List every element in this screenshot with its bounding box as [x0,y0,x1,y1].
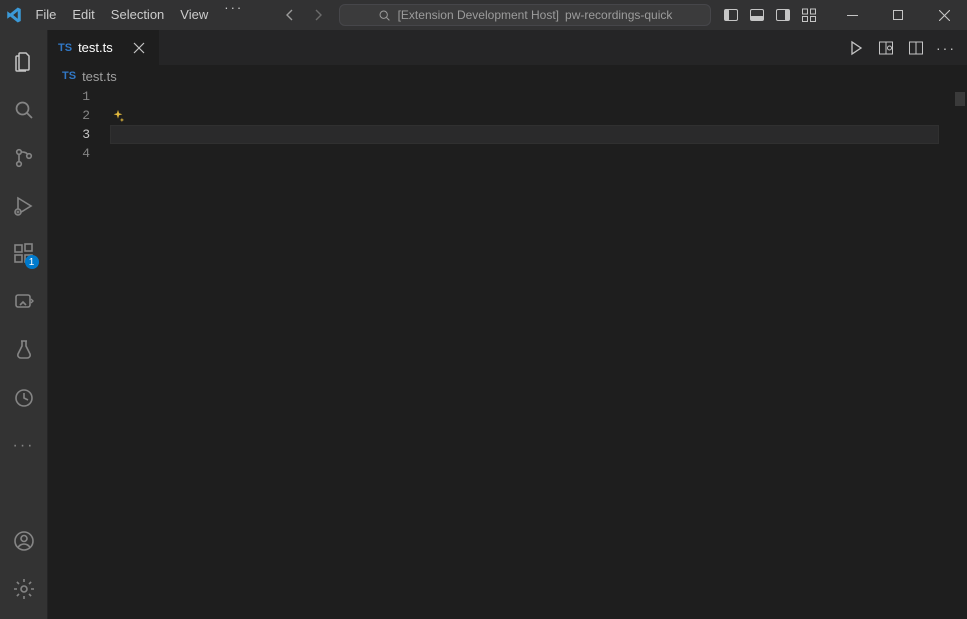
window-close-icon[interactable] [921,0,967,30]
editor-body: 1 2 3 4 [48,87,967,619]
window-controls [829,0,967,30]
activity-overflow[interactable]: ··· [0,422,48,470]
toggle-primary-sidebar-icon[interactable] [721,5,741,25]
activity-accounts-icon[interactable] [0,517,48,565]
toggle-secondary-sidebar-icon[interactable] [773,5,793,25]
command-center[interactable]: [Extension Development Host] pw-recordin… [339,4,711,26]
menu-edit[interactable]: Edit [64,0,102,30]
activity-extensions-icon[interactable]: 1 [0,230,48,278]
split-right-preview-icon[interactable] [877,39,895,57]
line-number: 3 [48,125,90,144]
menu-bar: File Edit Selection View ··· [27,0,251,30]
nav-back-icon[interactable] [281,0,299,30]
activity-custom1-icon[interactable] [0,278,48,326]
breadcrumb[interactable]: TS test.ts [48,65,967,87]
editor-region: TS test.ts ··· TS test.t [48,30,967,619]
overview-ruler[interactable] [953,87,967,619]
extensions-badge: 1 [25,255,39,269]
activity-settings-icon[interactable] [0,565,48,613]
line-gutter: 1 2 3 4 [48,87,110,619]
activity-search-icon[interactable] [0,86,48,134]
activity-run-debug-icon[interactable] [0,182,48,230]
breadcrumb-file: test.ts [82,69,117,84]
ts-file-icon: TS [58,42,72,54]
nav-arrows [269,0,339,30]
tab-label: test.ts [78,40,113,55]
ts-file-icon: TS [62,70,76,82]
menu-file[interactable]: File [27,0,64,30]
activity-bar: 1 ··· [0,30,48,619]
line-number: 2 [48,106,90,125]
editor-tabs: TS test.ts ··· [48,30,967,65]
vscode-logo-icon[interactable] [0,6,27,24]
workbench: 1 ··· TS test.ts [0,30,967,619]
code-area[interactable] [110,87,953,619]
editor-more-icon[interactable]: ··· [937,39,955,57]
activity-source-control-icon[interactable] [0,134,48,182]
line-number: 4 [48,144,90,163]
layout-controls [711,5,829,25]
customize-layout-icon[interactable] [799,5,819,25]
overview-marker [955,92,965,106]
tab-test-ts[interactable]: TS test.ts [48,30,160,65]
menu-view[interactable]: View [172,0,216,30]
line-number: 1 [48,87,90,106]
activity-explorer-icon[interactable] [0,38,48,86]
toggle-panel-icon[interactable] [747,5,767,25]
split-editor-icon[interactable] [907,39,925,57]
search-icon [378,8,392,22]
nav-forward-icon[interactable] [309,0,327,30]
editor-actions: ··· [835,30,967,65]
run-file-icon[interactable] [847,39,865,57]
tab-close-icon[interactable] [133,42,149,54]
menu-selection[interactable]: Selection [103,0,172,30]
command-center-prefix: [Extension Development Host] [398,8,559,22]
window-minimize-icon[interactable] [829,0,875,30]
window-maximize-icon[interactable] [875,0,921,30]
activity-testing-icon[interactable] [0,326,48,374]
command-center-project: pw-recordings-quick [565,8,672,22]
titlebar: File Edit Selection View ··· [Extension … [0,0,967,30]
menu-overflow[interactable]: ··· [216,0,251,30]
activity-timeline-icon[interactable] [0,374,48,422]
